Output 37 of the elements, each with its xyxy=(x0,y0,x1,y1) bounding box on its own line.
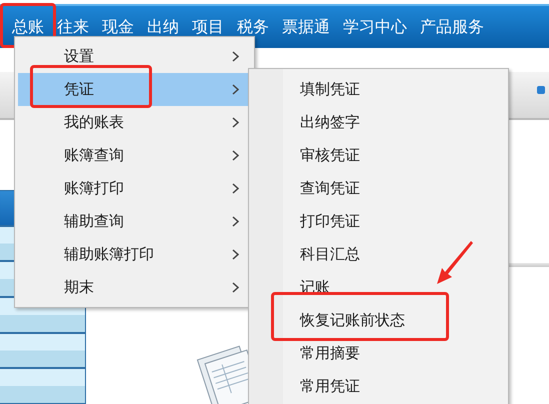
submenu-item[interactable]: 恢复记账前状态 xyxy=(249,304,508,337)
chevron-icon xyxy=(232,216,239,227)
menu-bar-item[interactable]: 学习中心 xyxy=(343,14,407,40)
menu-item[interactable]: 我的账表 xyxy=(18,106,251,139)
menu-bar-item[interactable]: 产品服务 xyxy=(420,14,484,40)
menu-bar-item[interactable]: 总账 xyxy=(12,14,44,40)
menu-bar-item[interactable]: 项目 xyxy=(192,14,224,40)
submenu-item[interactable]: 出纳签字 xyxy=(249,106,508,139)
chevron-icon xyxy=(232,51,239,62)
menu-item[interactable]: 设置 xyxy=(18,40,251,73)
chevron-icon xyxy=(232,84,239,95)
submenu-item[interactable]: 填制凭证 xyxy=(249,73,508,106)
menu-item[interactable]: 账簿打印 xyxy=(18,172,251,205)
menu-item[interactable]: 账簿查询 xyxy=(18,139,251,172)
menu-bar-item[interactable]: 现金 xyxy=(102,14,134,40)
menu-bar-item[interactable]: 往来 xyxy=(57,14,89,40)
chevron-icon xyxy=(232,150,239,161)
menu-item[interactable]: 辅助查询 xyxy=(18,205,251,238)
menu-bar-item[interactable]: 票据通 xyxy=(282,14,330,40)
menu-item[interactable]: 凭证 xyxy=(18,73,251,106)
window-icon[interactable] xyxy=(537,86,545,94)
submenu-item[interactable]: 打印凭证 xyxy=(249,205,508,238)
menu-bar-item[interactable]: 出纳 xyxy=(147,14,179,40)
sidebar-tab[interactable] xyxy=(0,332,86,368)
menu-bar-item[interactable]: 税务 xyxy=(237,14,269,40)
submenu-item[interactable]: 查询凭证 xyxy=(249,172,508,205)
sidebar-tab[interactable] xyxy=(0,368,86,404)
submenu-item[interactable]: 科目汇总 xyxy=(249,238,508,271)
chevron-icon xyxy=(232,282,239,293)
submenu-item[interactable]: 审核凭证 xyxy=(249,139,508,172)
submenu-item[interactable]: 常用摘要 xyxy=(249,337,508,370)
menu-item[interactable]: 辅助账簿打印 xyxy=(18,238,251,271)
chevron-icon xyxy=(232,183,239,194)
submenu-item[interactable]: 常用凭证 xyxy=(249,370,508,403)
menu-item[interactable]: 期末 xyxy=(18,271,251,304)
chevron-icon xyxy=(232,249,239,260)
chevron-icon xyxy=(232,117,239,128)
